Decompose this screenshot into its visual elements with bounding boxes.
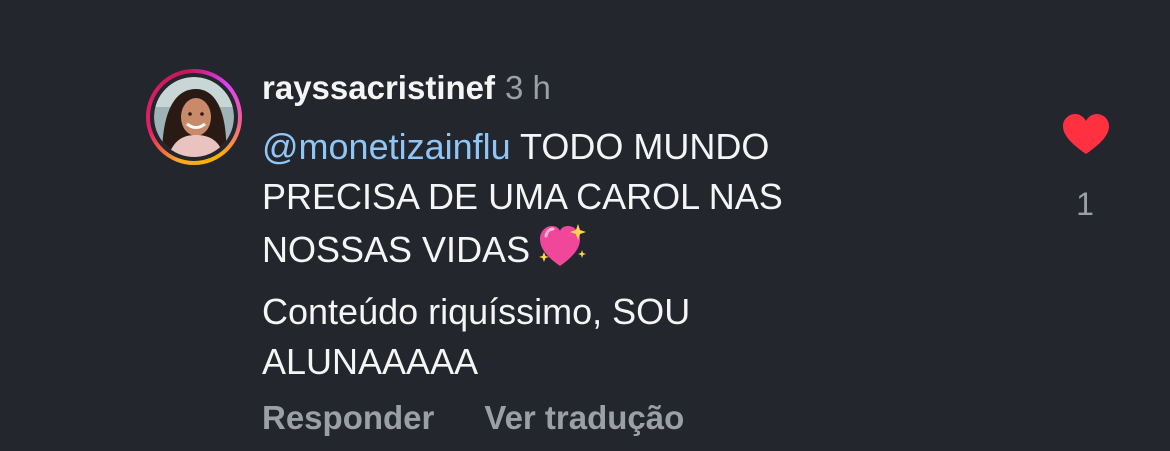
- comment-text: @monetizainflu TODO MUNDO PRECISA DE UMA…: [262, 122, 882, 399]
- comment-paragraph-1: @monetizainflu TODO MUNDO PRECISA DE UMA…: [262, 122, 882, 275]
- sparkling-heart-icon: [539, 224, 587, 266]
- avatar-frame: [150, 73, 238, 161]
- username-link[interactable]: rayssacristinef: [262, 69, 495, 106]
- comment-paragraph-2: Conteúdo riquíssimo, SOU ALUNAAAAA: [262, 291, 691, 382]
- avatar[interactable]: [154, 77, 234, 157]
- comment-item: rayssacristinef 3 h @monetizainflu TODO M…: [0, 0, 1170, 451]
- see-translation-button[interactable]: Ver tradução: [484, 399, 684, 436]
- like-count[interactable]: 1: [1070, 186, 1100, 222]
- story-ring[interactable]: [146, 69, 242, 165]
- comment-actions: Responder Ver tradução: [262, 398, 684, 438]
- reply-button[interactable]: Responder: [262, 399, 434, 436]
- comment-header: rayssacristinef 3 h: [262, 68, 551, 108]
- mention-link[interactable]: @monetizainflu: [262, 126, 511, 167]
- heart-icon[interactable]: [1061, 112, 1111, 156]
- timestamp: 3 h: [504, 69, 551, 106]
